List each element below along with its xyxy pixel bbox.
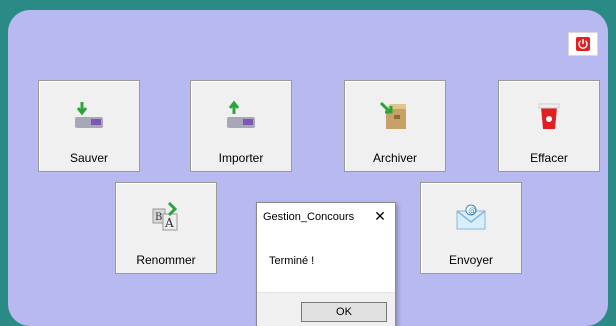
power-button[interactable] [568,32,598,56]
dialog-close-button[interactable]: ✕ [371,207,389,225]
effacer-label: Effacer [530,151,568,165]
power-icon [576,37,590,51]
svg-text:B: B [155,212,162,223]
svg-text:@: @ [468,206,476,215]
import-up-arrow-icon [227,100,255,128]
renommer-button[interactable]: B A Renommer [115,182,217,274]
envoyer-button[interactable]: @ Envoyer [420,182,522,274]
ok-button[interactable]: OK [301,302,387,322]
app-window: Sauver Importer Archiver Effacer B A Ren… [8,10,608,326]
renommer-label: Renommer [136,253,196,267]
trash-icon [538,103,560,129]
importer-label: Importer [218,151,264,165]
dialog-footer: OK [257,292,395,326]
envelope-icon: @ [456,204,486,230]
archiver-label: Archiver [372,151,417,165]
sauver-label: Sauver [69,151,109,165]
svg-text:A: A [164,216,174,230]
sauver-button[interactable]: Sauver [38,80,140,172]
envoyer-label: Envoyer [448,253,494,267]
rename-ba-icon: B A [152,201,178,231]
save-down-arrow-icon [75,102,103,128]
archive-box-icon [379,101,406,129]
dialog-message: Terminé ! [269,255,315,267]
importer-button[interactable]: Importer [190,80,292,172]
message-dialog: Gestion_Concours ✕ Terminé ! OK [256,202,396,326]
effacer-button[interactable]: Effacer [498,80,600,172]
archiver-button[interactable]: Archiver [344,80,446,172]
dialog-title: Gestion_Concours [263,211,355,223]
